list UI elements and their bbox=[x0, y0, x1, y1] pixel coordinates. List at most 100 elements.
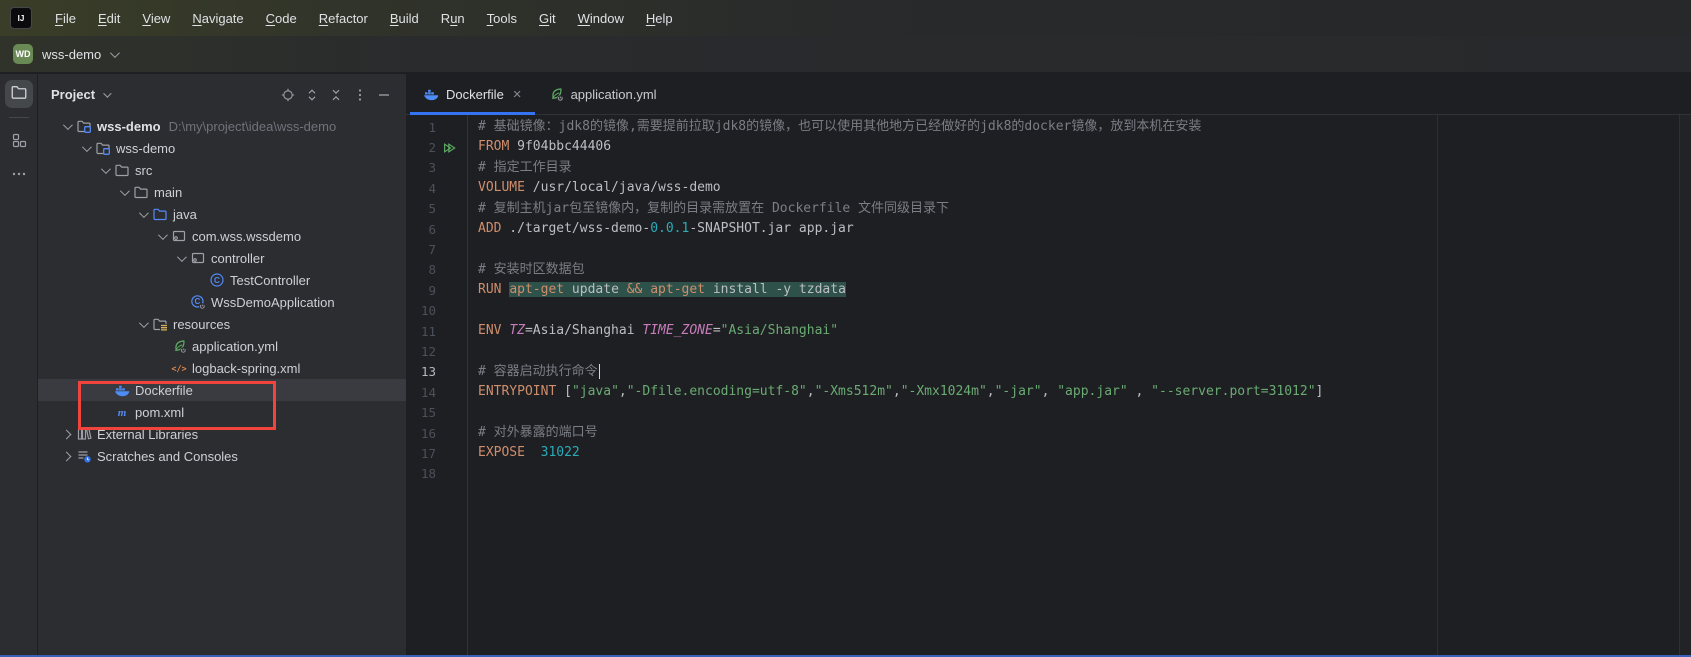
panel-title[interactable]: Project bbox=[51, 87, 95, 102]
menu-label-mnemonic: G bbox=[539, 11, 549, 26]
code-token: , bbox=[1128, 384, 1151, 399]
code-token: install -y tzdata bbox=[705, 282, 846, 297]
tree-item-logback-spring-xml[interactable]: </>logback-spring.xml bbox=[38, 357, 406, 379]
code-token: # 对外暴露的端口号 bbox=[478, 425, 598, 440]
chevron-down-icon[interactable] bbox=[95, 167, 114, 174]
code-line-18[interactable] bbox=[478, 464, 1691, 484]
tree-item-java[interactable]: java bbox=[38, 203, 406, 225]
chevron-down-icon[interactable] bbox=[76, 145, 95, 152]
tree-item-wss-demo[interactable]: wss-demo bbox=[38, 137, 406, 159]
code-line-14[interactable]: ENTRYPOINT ["java","-Dfile.encoding=utf-… bbox=[478, 382, 1691, 402]
editor-scrollbar[interactable] bbox=[1679, 115, 1691, 655]
structure-tool-button[interactable] bbox=[5, 128, 33, 156]
tree-item-path-hint: D:\my\project\idea\wss-demo bbox=[169, 119, 337, 134]
line-number: 15 bbox=[406, 405, 436, 420]
tree-item-resources[interactable]: resources bbox=[38, 313, 406, 335]
code-line-1[interactable]: # 基础镜像：jdk8的镜像,需要提前拉取jdk8的镜像，也可以使用其他地方已经… bbox=[478, 117, 1691, 137]
tree-item-label: Dockerfile bbox=[135, 383, 193, 398]
menu-item-refactor[interactable]: Refactor bbox=[308, 11, 379, 26]
svg-text:C: C bbox=[214, 275, 220, 285]
menu-item-edit[interactable]: Edit bbox=[87, 11, 131, 26]
line-number: 13 bbox=[406, 364, 436, 379]
tree-item-src[interactable]: src bbox=[38, 159, 406, 181]
menu-item-build[interactable]: Build bbox=[379, 11, 430, 26]
code-line-10[interactable] bbox=[478, 301, 1691, 321]
project-widget-name: wss-demo bbox=[42, 47, 101, 62]
chevron-down-icon[interactable] bbox=[152, 233, 171, 240]
code-area[interactable]: # 基础镜像：jdk8的镜像,需要提前拉取jdk8的镜像，也可以使用其他地方已经… bbox=[467, 115, 1691, 655]
menu-item-code[interactable]: Code bbox=[255, 11, 308, 26]
chevron-right-icon[interactable] bbox=[57, 431, 76, 438]
tree-item-scratches-and-consoles[interactable]: Scratches and Consoles bbox=[38, 445, 406, 467]
code-line-15[interactable] bbox=[478, 402, 1691, 422]
code-line-9[interactable]: RUN apt-get update && apt-get install -y… bbox=[478, 280, 1691, 300]
tree-item-com-wss-wssdemo[interactable]: com.wss.wssdemo bbox=[38, 225, 406, 247]
ide-window: IJ FileEditViewNavigateCodeRefactorBuild… bbox=[0, 0, 1691, 657]
tree-item-main[interactable]: main bbox=[38, 181, 406, 203]
code-token: TIME_ZONE bbox=[642, 323, 712, 338]
tree-item-dockerfile[interactable]: Dockerfile bbox=[38, 379, 406, 401]
chevron-down-icon[interactable] bbox=[133, 211, 152, 218]
tree-item-external-libraries[interactable]: External Libraries bbox=[38, 423, 406, 445]
chevron-down-icon[interactable] bbox=[133, 321, 152, 328]
more-tool-windows-button[interactable] bbox=[5, 162, 33, 190]
editor-pane: Dockerfile×application.yml 1234567891011… bbox=[406, 74, 1691, 655]
code-line-13[interactable]: # 容器启动执行命令 bbox=[478, 362, 1691, 382]
tool-window-rail bbox=[0, 74, 38, 655]
editor-tab-dockerfile[interactable]: Dockerfile× bbox=[410, 74, 535, 114]
menu-item-git[interactable]: Git bbox=[528, 11, 567, 26]
collapse-all-icon[interactable] bbox=[324, 83, 348, 107]
locate-icon[interactable] bbox=[276, 83, 300, 107]
code-line-2[interactable]: FROM 9f04bbc44406 bbox=[478, 137, 1691, 157]
menu-label-mnemonic: N bbox=[192, 11, 201, 26]
code-line-8[interactable]: # 安装时区数据包 bbox=[478, 260, 1691, 280]
code-line-4[interactable]: VOLUME /usr/local/java/wss-demo bbox=[478, 178, 1691, 198]
more-icon bbox=[11, 166, 27, 187]
tree-item-testcontroller[interactable]: CTestController bbox=[38, 269, 406, 291]
code-line-7[interactable] bbox=[478, 239, 1691, 259]
menu-label-post: ode bbox=[275, 11, 297, 26]
code-line-11[interactable]: ENV TZ=Asia/Shanghai TIME_ZONE="Asia/Sha… bbox=[478, 321, 1691, 341]
tree-item-controller[interactable]: controller bbox=[38, 247, 406, 269]
menu-item-navigate[interactable]: Navigate bbox=[181, 11, 254, 26]
menu-item-run[interactable]: Run bbox=[430, 11, 476, 26]
project-widget[interactable]: WD wss-demo bbox=[13, 44, 117, 64]
editor-tab-application-yml[interactable]: application.yml bbox=[535, 74, 670, 114]
chevron-down-icon[interactable] bbox=[171, 255, 190, 262]
menu-item-help[interactable]: Help bbox=[635, 11, 684, 26]
menu-label-post: elp bbox=[655, 11, 672, 26]
close-tab-icon[interactable]: × bbox=[513, 87, 522, 102]
code-token: # 安装时区数据包 bbox=[478, 262, 585, 277]
code-line-3[interactable]: # 指定工作目录 bbox=[478, 158, 1691, 178]
chevron-glyph bbox=[101, 164, 111, 174]
tree-item-wssdemoapplication[interactable]: CWssDemoApplication bbox=[38, 291, 406, 313]
menu-item-file[interactable]: File bbox=[44, 11, 87, 26]
code-line-5[interactable]: # 复制主机jar包至镜像内，复制的目录需放置在 Dockerfile 文件同级… bbox=[478, 199, 1691, 219]
chevron-right-icon[interactable] bbox=[57, 453, 76, 460]
code-line-6[interactable]: ADD ./target/wss-demo-0.0.1-SNAPSHOT.jar… bbox=[478, 219, 1691, 239]
menu-item-view[interactable]: View bbox=[131, 11, 181, 26]
hide-icon[interactable] bbox=[372, 83, 396, 107]
menu-item-window[interactable]: Window bbox=[567, 11, 635, 26]
menu-label-post: avigate bbox=[202, 11, 244, 26]
scratches-icon bbox=[76, 448, 92, 464]
chevron-down-icon[interactable] bbox=[114, 189, 133, 196]
code-line-12[interactable] bbox=[478, 341, 1691, 361]
expand-all-icon[interactable] bbox=[300, 83, 324, 107]
docker-icon bbox=[423, 86, 439, 102]
code-line-17[interactable]: EXPOSE 31022 bbox=[478, 443, 1691, 463]
run-icon[interactable] bbox=[436, 141, 462, 155]
project-tool-button[interactable] bbox=[5, 80, 33, 108]
line-number: 10 bbox=[406, 303, 436, 318]
tree-item-pom-xml[interactable]: mpom.xml bbox=[38, 401, 406, 423]
more-vertical-icon[interactable] bbox=[348, 83, 372, 107]
code-line-16[interactable]: # 对外暴露的端口号 bbox=[478, 423, 1691, 443]
code-token: "-Dfile.encoding=utf-8" bbox=[627, 384, 807, 399]
tree-item-label: java bbox=[173, 207, 197, 222]
tree-item-wss-demo[interactable]: wss-demoD:\my\project\idea\wss-demo bbox=[38, 115, 406, 137]
menu-item-tools[interactable]: Tools bbox=[476, 11, 528, 26]
module-folder-icon bbox=[95, 140, 111, 156]
tree-item-application-yml[interactable]: application.yml bbox=[38, 335, 406, 357]
chevron-down-icon[interactable] bbox=[57, 123, 76, 130]
code-token: apt-get bbox=[509, 282, 564, 297]
